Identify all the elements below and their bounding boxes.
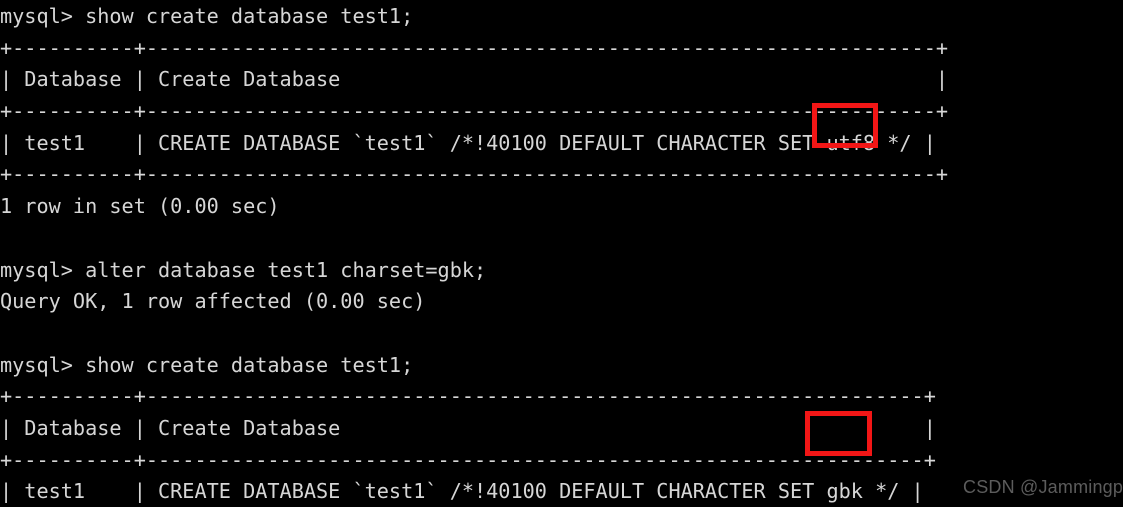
terminal-window[interactable]: mysql> show create database test1; +----… [0, 0, 1123, 507]
terminal-output-text: mysql> show create database test1; +----… [0, 4, 949, 504]
csdn-watermark: CSDN @Jammingpro [963, 477, 1123, 497]
